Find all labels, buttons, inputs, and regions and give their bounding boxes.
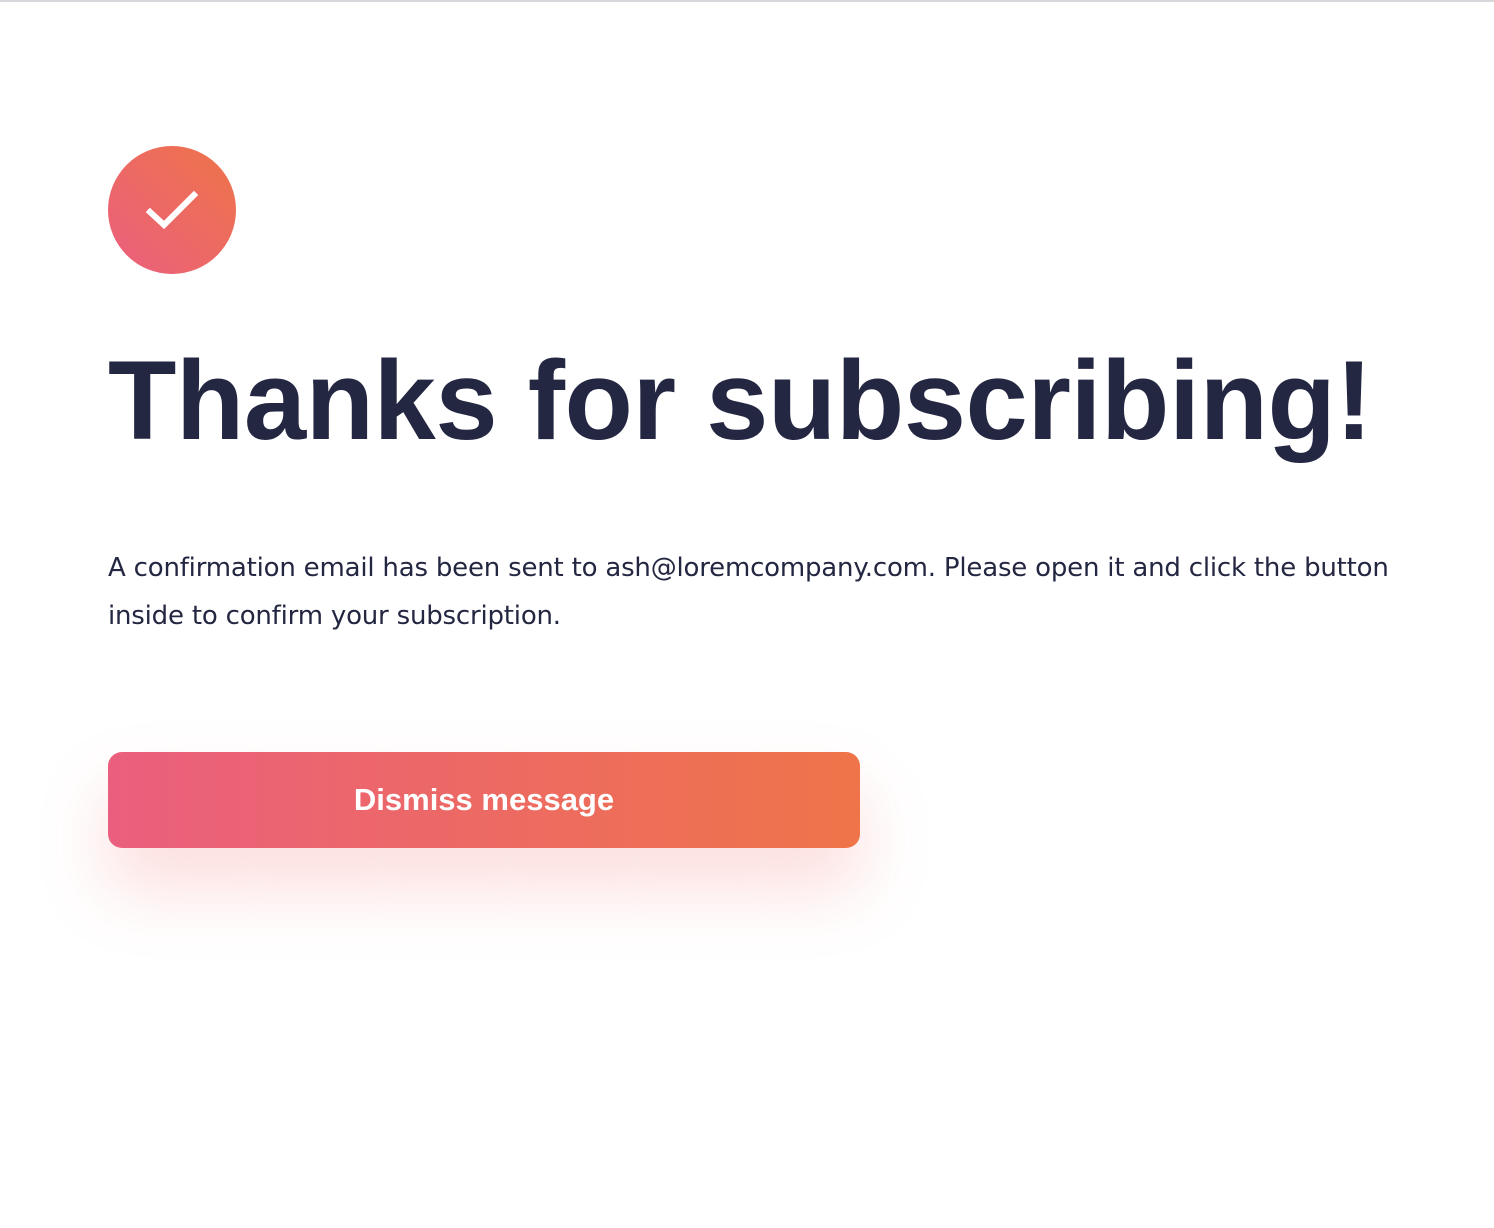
page-title: Thanks for subscribing! [108, 338, 1373, 463]
success-badge [108, 146, 236, 274]
top-border [0, 0, 1494, 2]
confirmation-panel: Thanks for subscribing! A confirmation e… [108, 146, 1408, 848]
checkmark-icon [145, 190, 199, 230]
confirmation-message: A confirmation email has been sent to as… [108, 553, 1389, 631]
dismiss-message-button[interactable]: Dismiss message [108, 752, 860, 848]
